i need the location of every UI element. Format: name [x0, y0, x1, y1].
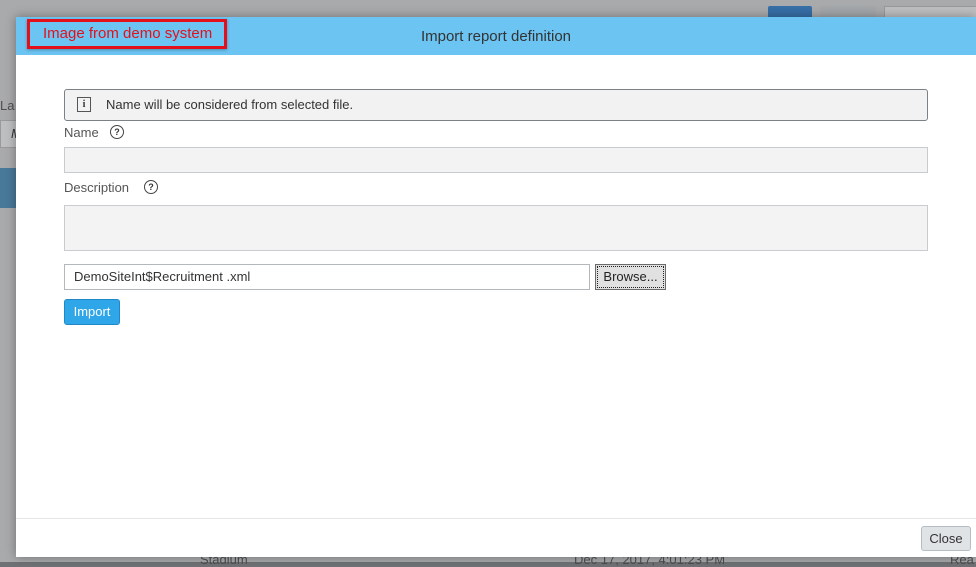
info-message-text: Name will be considered from selected fi… — [106, 97, 354, 112]
demo-watermark: Image from demo system — [27, 19, 227, 49]
info-icon: i — [77, 97, 91, 112]
info-message-strip: i Name will be considered from selected … — [64, 89, 928, 121]
import-button[interactable]: Import — [64, 299, 120, 325]
background-label: La — [0, 98, 15, 113]
dialog-footer-divider — [16, 518, 976, 519]
name-input[interactable] — [64, 147, 928, 173]
import-dialog: Import report definition Image from demo… — [16, 17, 976, 557]
name-label: Name — [64, 125, 99, 140]
name-help-icon[interactable]: ? — [110, 125, 124, 139]
description-help-icon[interactable]: ? — [144, 180, 158, 194]
file-name-field[interactable]: DemoSiteInt$Recruitment .xml — [64, 264, 590, 290]
description-textarea[interactable] — [64, 205, 928, 251]
browse-button[interactable]: Browse... — [595, 264, 666, 290]
close-button[interactable]: Close — [921, 526, 971, 551]
description-label: Description — [64, 180, 130, 195]
